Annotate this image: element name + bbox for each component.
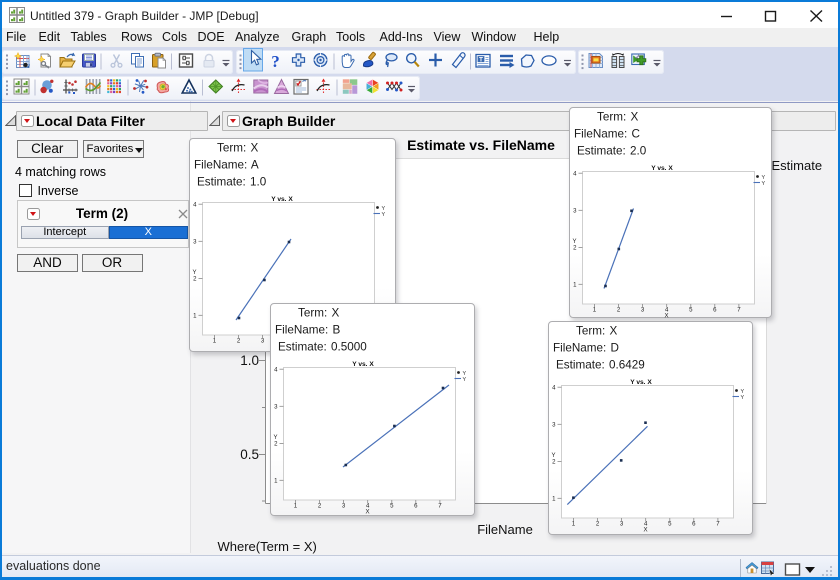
- svg-text:FileName: D: FileName: D: [553, 342, 619, 355]
- svg-text:1: 1: [573, 281, 577, 288]
- svg-text:6: 6: [713, 307, 717, 314]
- svg-text:Y: Y: [274, 435, 278, 441]
- svg-text:6: 6: [692, 521, 696, 528]
- svg-text:Term: X: Term: X: [597, 111, 638, 124]
- svg-text:4: 4: [573, 170, 577, 177]
- svg-text:4: 4: [193, 201, 197, 208]
- svg-text:Y: Y: [382, 212, 386, 218]
- svg-text:3: 3: [261, 338, 265, 345]
- svg-text:Y vs. X: Y vs. X: [630, 379, 652, 386]
- svg-text:1: 1: [213, 338, 217, 345]
- svg-text:X: X: [643, 527, 647, 534]
- svg-text:1: 1: [552, 495, 556, 502]
- svg-text:T: T: [479, 56, 483, 63]
- svg-text:4: 4: [274, 366, 278, 373]
- svg-text:2: 2: [274, 441, 278, 448]
- svg-text:Y vs. X: Y vs. X: [352, 361, 374, 368]
- svg-text:Y vs. X: Y vs. X: [271, 196, 293, 203]
- svg-text:FileName: C: FileName: C: [574, 128, 640, 141]
- svg-text:7: 7: [716, 521, 720, 528]
- svg-text:2: 2: [573, 245, 577, 252]
- svg-text:3: 3: [573, 207, 577, 214]
- svg-text:Y: Y: [193, 270, 197, 276]
- svg-text:4: 4: [552, 384, 556, 391]
- svg-text:1: 1: [572, 521, 576, 528]
- svg-text:Y: Y: [741, 395, 745, 401]
- svg-text:5: 5: [390, 503, 394, 510]
- svg-text:Estimate: 1.0: Estimate: 1.0: [197, 176, 267, 189]
- svg-text:1: 1: [193, 312, 197, 319]
- svg-text:7: 7: [737, 307, 741, 314]
- svg-text:2: 2: [596, 521, 600, 528]
- svg-text:3: 3: [342, 503, 346, 510]
- svg-text:3: 3: [193, 238, 197, 245]
- svg-text:2: 2: [318, 503, 322, 510]
- svg-text:2: 2: [552, 459, 556, 466]
- svg-text:FileName: B: FileName: B: [275, 324, 341, 337]
- svg-text:Y: Y: [762, 181, 766, 187]
- svg-text:3: 3: [641, 307, 645, 314]
- svg-text:6: 6: [414, 503, 418, 510]
- svg-text:Estimate: 0.5000: Estimate: 0.5000: [278, 341, 367, 354]
- svg-text:3: 3: [620, 521, 624, 528]
- svg-text:3: 3: [552, 421, 556, 428]
- svg-text:X: X: [365, 509, 369, 516]
- svg-text:Term: X: Term: X: [217, 142, 258, 155]
- svg-text:1: 1: [593, 307, 597, 314]
- svg-text:2: 2: [193, 276, 197, 283]
- svg-text:5: 5: [668, 521, 672, 528]
- svg-text:Term: X: Term: X: [576, 325, 617, 338]
- svg-text:X: X: [664, 313, 668, 319]
- svg-text:Y vs. X: Y vs. X: [651, 165, 673, 172]
- svg-text:FileName: A: FileName: A: [194, 159, 259, 172]
- svg-text:Y: Y: [552, 453, 556, 459]
- svg-text:7: 7: [438, 503, 442, 510]
- svg-text:1: 1: [294, 503, 298, 510]
- svg-text:3: 3: [274, 403, 278, 410]
- svg-text:1: 1: [274, 477, 278, 484]
- svg-text:?: ?: [271, 52, 280, 71]
- svg-text:2: 2: [617, 307, 621, 314]
- svg-text:2: 2: [237, 338, 241, 345]
- svg-text:Estimate: 2.0: Estimate: 2.0: [577, 145, 647, 158]
- svg-text:5: 5: [689, 307, 693, 314]
- svg-text:Estimate: 0.6429: Estimate: 0.6429: [556, 359, 645, 372]
- svg-text:Term: X: Term: X: [298, 307, 339, 320]
- svg-text:Y: Y: [463, 377, 467, 383]
- svg-text:Y: Y: [573, 239, 577, 245]
